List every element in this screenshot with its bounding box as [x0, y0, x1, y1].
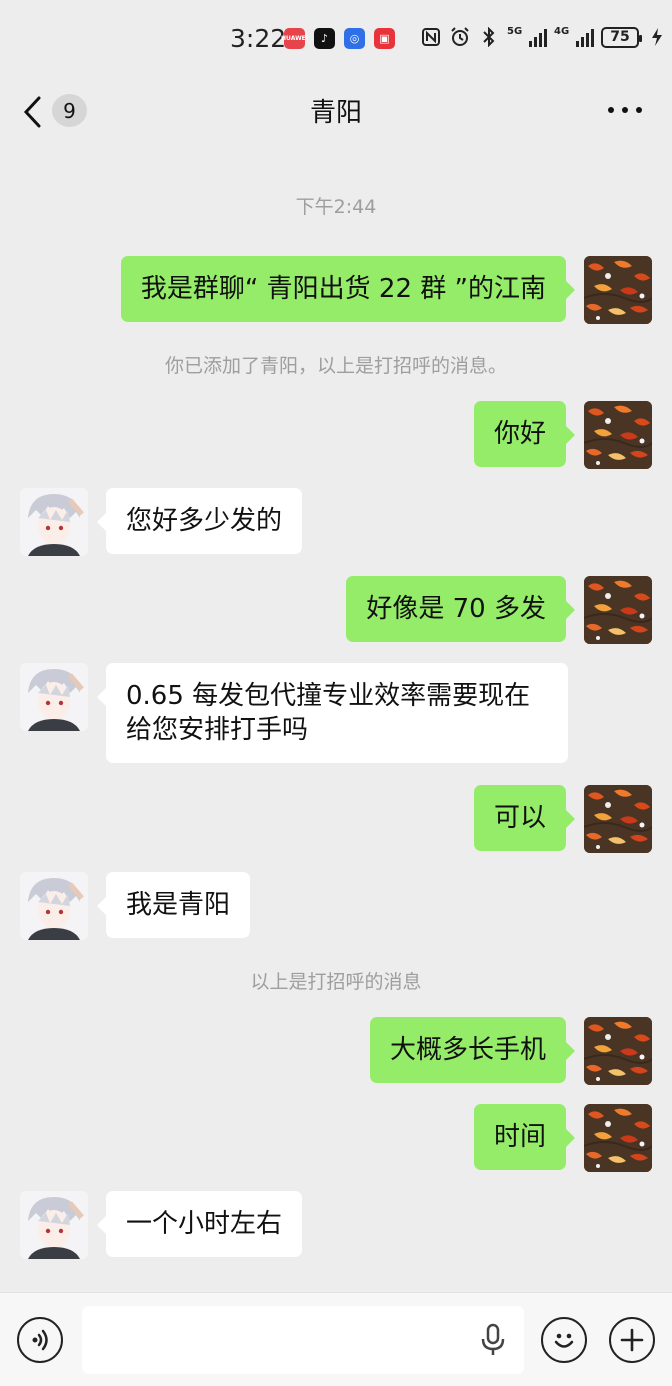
bluetooth-icon: [478, 26, 500, 48]
message-bubble-sent[interactable]: 你好: [473, 401, 576, 467]
message-bubble-received[interactable]: 一个小时左右: [96, 1191, 303, 1257]
message-bubble-sent[interactable]: 好像是 70 多发: [346, 576, 575, 642]
contact-avatar[interactable]: [20, 488, 88, 556]
anime-avatar-icon: [20, 488, 88, 556]
message-bubble-received[interactable]: 我是青阳: [96, 872, 251, 938]
my-avatar[interactable]: [584, 401, 652, 469]
red-app-icon: ▣: [374, 28, 395, 49]
my-avatar[interactable]: [584, 785, 652, 853]
anime-avatar-icon: [20, 1191, 88, 1259]
system-notice-added: 你已添加了青阳，以上是打招呼的消息。: [164, 355, 507, 377]
dot-icon: [622, 107, 628, 113]
message-bubble-sent[interactable]: 可以: [473, 785, 576, 851]
huawei-store-icon: HUAWEI: [281, 28, 308, 49]
plus-icon: [620, 1328, 644, 1352]
message-line: 给您安排打手吗: [126, 715, 309, 745]
my-avatar[interactable]: [584, 1104, 652, 1172]
input-bar: [0, 1292, 672, 1386]
message-bubble-sent[interactable]: 我是群聊“ 青阳出货 22 群 ”的江南: [120, 256, 576, 322]
chat-header: 9 青阳: [0, 76, 672, 146]
status-indicators: 5G 4G 75: [420, 26, 668, 48]
my-avatar[interactable]: [584, 1017, 652, 1085]
charging-icon: [646, 26, 668, 48]
alarm-icon: [449, 26, 471, 48]
message-bubble-sent[interactable]: 时间: [473, 1104, 576, 1170]
contact-avatar[interactable]: [20, 663, 88, 731]
my-avatar[interactable]: [584, 256, 652, 324]
signal-4g-icon: 4G: [554, 27, 594, 47]
signal-5g-icon: 5G: [507, 27, 547, 47]
contact-avatar[interactable]: [20, 872, 88, 940]
anime-avatar-icon: [20, 872, 88, 940]
battery-indicator: 75: [601, 26, 642, 48]
more-options-button[interactable]: [608, 98, 642, 122]
message-bubble-received[interactable]: 您好多少发的: [96, 488, 303, 554]
message-bubble-sent[interactable]: 大概多长手机: [369, 1017, 576, 1083]
microphone-button[interactable]: [478, 1323, 508, 1357]
anime-avatar-icon: [20, 663, 88, 731]
dot-icon: [608, 107, 614, 113]
message-timestamp: 下午2:44: [295, 196, 377, 218]
my-avatar[interactable]: [584, 576, 652, 644]
chat-title: 青阳: [309, 98, 362, 128]
message-line: 0.65 每发包代撞专业效率需要现在: [126, 681, 531, 711]
system-notice-greeting: 以上是打招呼的消息: [250, 971, 422, 993]
status-app-icons: HUAWEI ♪ ◎ ▣: [281, 28, 395, 49]
message-bubble-received[interactable]: 0.65 每发包代撞专业效率需要现在 给您安排打手吗: [97, 663, 568, 763]
nfc-icon: [420, 26, 442, 48]
emoji-button[interactable]: [541, 1317, 587, 1363]
voice-wave-icon: [32, 1329, 48, 1351]
voice-mode-button[interactable]: [17, 1317, 63, 1363]
status-time: 3:22: [230, 24, 287, 53]
dot-icon: [636, 107, 642, 113]
tiktok-icon: ♪: [314, 28, 335, 49]
message-input[interactable]: [82, 1306, 524, 1374]
contact-avatar[interactable]: [20, 1191, 88, 1259]
smiley-icon: [554, 1333, 574, 1348]
microphone-icon: [481, 1323, 505, 1355]
status-bar: 3:22 HUAWEI ♪ ◎ ▣ 5G 4G 75: [0, 0, 672, 76]
blue-app-icon: ◎: [344, 28, 365, 49]
more-features-button[interactable]: [609, 1317, 655, 1363]
